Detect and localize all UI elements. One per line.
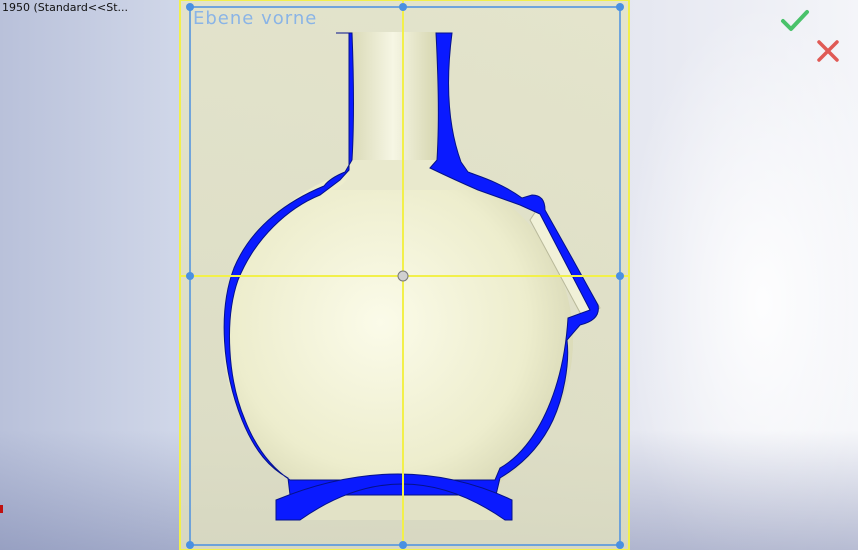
close-icon (817, 40, 839, 62)
plane-handle-bottom-mid[interactable] (399, 541, 407, 549)
triad-fragment (0, 505, 3, 513)
plane-handle-mid-left[interactable] (186, 272, 194, 280)
plane-handle-bottom-right[interactable] (616, 541, 624, 549)
origin-point[interactable] (397, 270, 409, 282)
plane-handle-bottom-left[interactable] (186, 541, 194, 549)
plane-handle-mid-right[interactable] (616, 272, 624, 280)
plane-label: Ebene vorne (193, 8, 318, 29)
cancel-button[interactable] (813, 37, 843, 65)
neck-inner-surface (349, 32, 437, 167)
plane-handle-top-right[interactable] (616, 3, 624, 11)
confirm-button[interactable] (780, 8, 810, 34)
graphics-viewport[interactable] (0, 0, 858, 550)
plane-handle-top-mid[interactable] (399, 3, 407, 11)
checkmark-icon (781, 10, 809, 31)
